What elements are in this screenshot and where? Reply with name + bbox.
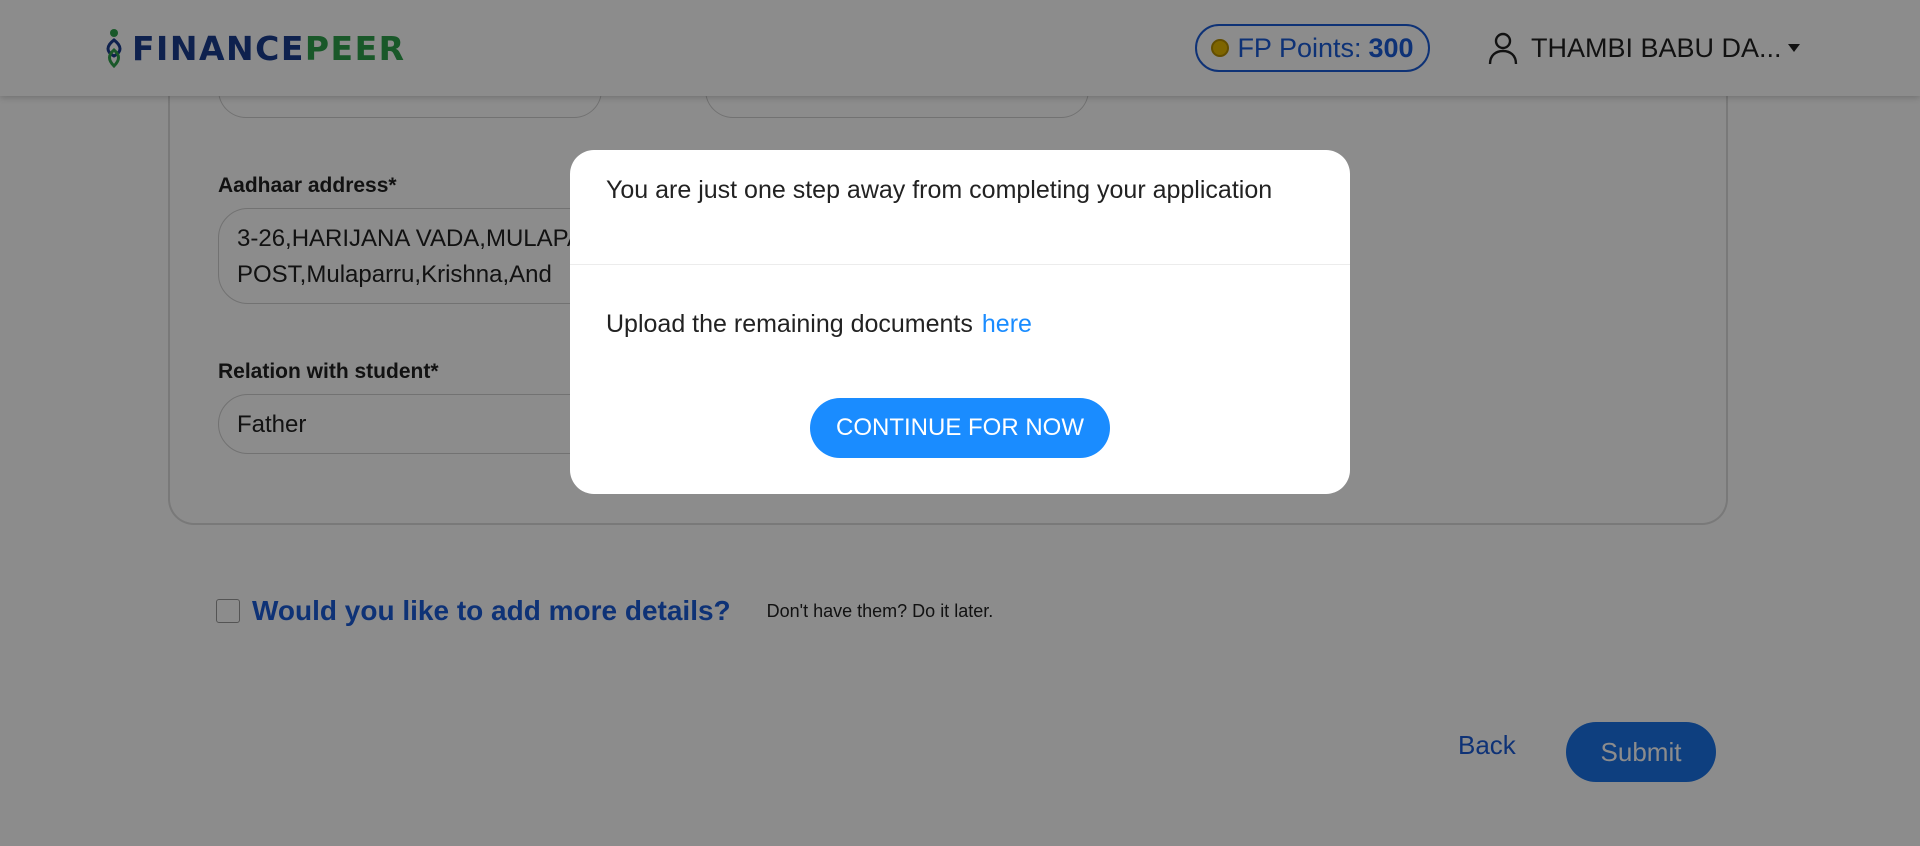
modal-title: You are just one step away from completi… [570,150,1350,265]
continue-for-now-button[interactable]: CONTINUE FOR NOW [810,398,1110,458]
completion-modal: You are just one step away from completi… [570,150,1350,494]
upload-documents-link[interactable]: here [982,310,1032,339]
modal-body: Upload the remaining documents here [606,310,1032,339]
modal-body-text: Upload the remaining documents [606,310,973,338]
